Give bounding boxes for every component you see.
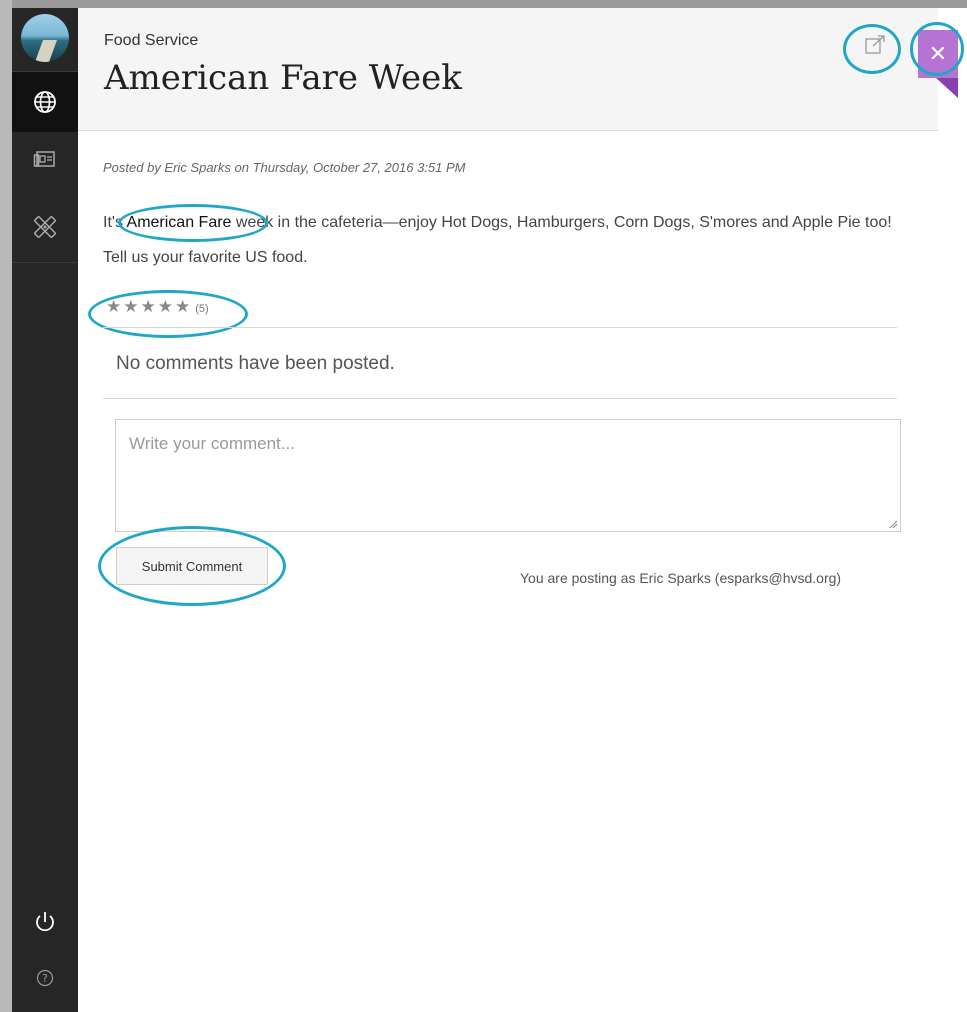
divider	[103, 398, 897, 399]
window-frame-left	[0, 0, 12, 1012]
page-title: American Fare Week	[104, 58, 462, 98]
sidebar-item-help[interactable]: ?	[12, 963, 78, 993]
close-button-flag	[936, 78, 958, 98]
category-label: Food Service	[104, 32, 199, 49]
window-frame-top	[0, 0, 967, 8]
sidebar-divider	[12, 262, 78, 263]
sidebar-item-power[interactable]	[12, 900, 78, 944]
resize-handle-icon[interactable]	[888, 519, 898, 529]
external-link-icon	[865, 35, 885, 54]
newspaper-icon	[33, 151, 55, 167]
close-button[interactable]: ✕	[918, 30, 958, 78]
post-body-prefix: It's	[103, 214, 127, 231]
close-icon: ✕	[928, 41, 948, 66]
avatar[interactable]	[21, 14, 69, 62]
no-comments-message: No comments have been posted.	[116, 353, 395, 374]
sidebar: ?	[12, 8, 78, 1012]
sidebar-item-news[interactable]	[12, 136, 78, 184]
post-body-highlight: American Fare	[126, 214, 232, 231]
globe-icon	[34, 91, 56, 113]
divider	[103, 327, 897, 328]
svg-text:?: ?	[42, 972, 48, 985]
right-gutter	[938, 130, 967, 1012]
panel-header: Food Service American Fare Week	[78, 8, 938, 131]
stars-icon[interactable]: ★★★★★	[106, 297, 192, 317]
posting-as-text: You are posting as Eric Sparks (esparks@…	[520, 570, 842, 586]
post-body: It's American Fare week in the cafeteria…	[103, 205, 903, 275]
power-icon	[36, 912, 54, 932]
rating-count: (5)	[195, 303, 209, 315]
star-rating[interactable]: ★★★★★ (5)	[106, 297, 209, 317]
submit-comment-button[interactable]: Submit Comment	[116, 547, 268, 585]
tools-icon	[34, 216, 56, 238]
sidebar-item-globe[interactable]	[12, 72, 78, 132]
popout-button[interactable]	[862, 32, 888, 58]
sidebar-item-tools[interactable]	[12, 203, 78, 251]
comment-input[interactable]	[115, 419, 901, 532]
help-icon: ?	[36, 969, 54, 987]
post-byline: Posted by Eric Sparks on Thursday, Octob…	[103, 160, 466, 175]
